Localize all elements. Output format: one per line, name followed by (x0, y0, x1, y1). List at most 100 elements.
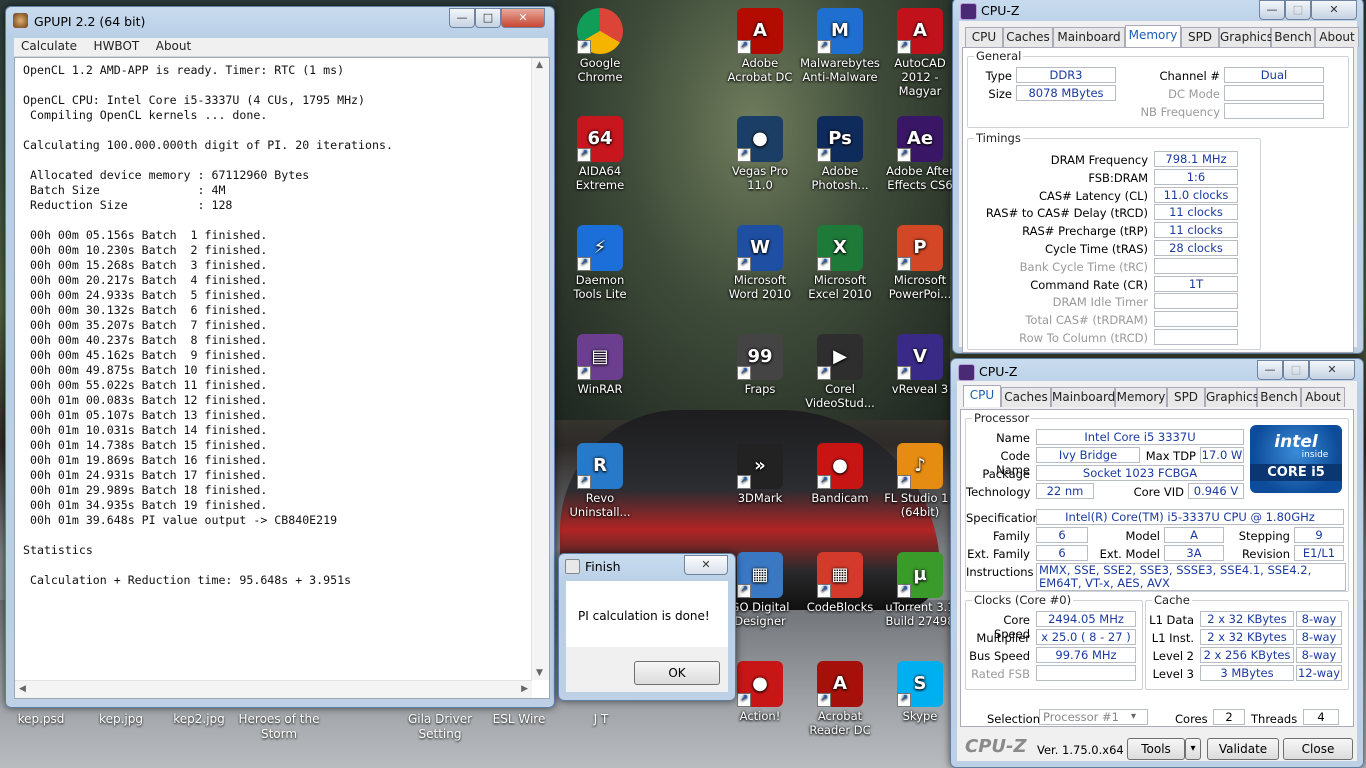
timing-value: 798.1 MHz (1154, 151, 1238, 167)
desktop-icon-5[interactable]: ● ↗ Vegas Pro 11.0 (720, 116, 800, 192)
desktop-icon-2[interactable]: M ↗ Malwarebytes Anti-Malware (800, 8, 880, 84)
scroll-left-icon[interactable]: ◀ (19, 684, 26, 694)
tab-graphics[interactable]: Graphics (1219, 27, 1273, 47)
minimize-button[interactable]: — (1257, 360, 1283, 380)
tab-about[interactable]: About (1315, 27, 1359, 47)
tab-memory[interactable]: Memory (1125, 25, 1181, 47)
maximize-button[interactable]: □ (475, 8, 501, 28)
vertical-scrollbar[interactable]: ▲ ▼ (531, 58, 549, 680)
tab-memory[interactable]: Memory (1115, 387, 1167, 407)
cpuz-cpu-body: CPU Caches Mainboard Memory SPD Graphics… (957, 381, 1357, 761)
tab-caches[interactable]: Caches (1001, 387, 1051, 407)
memory-timings-group: Timings DRAM Frequency 798.1 MHz FSB:DRAM 1… (967, 131, 1261, 350)
desktop-shortcut-gila-driver[interactable]: Gila Driver Setting (402, 712, 478, 742)
cpuz-memory-titlebar[interactable]: CPU-Z — □ ✕ (953, 0, 1363, 21)
cache-label: L1 Data (1149, 613, 1194, 627)
desktop-icon-17[interactable]: » ↗ 3DMark (720, 443, 800, 505)
tab-mainboard[interactable]: Mainboard (1051, 387, 1115, 407)
desktop-icon-6[interactable]: Ps ↗ Adobe Photosh... (800, 116, 880, 192)
desktop-icon-18[interactable]: ● ↗ Bandicam (800, 443, 880, 505)
tab-graphics[interactable]: Graphics (1205, 387, 1259, 407)
desktop-icon-22[interactable]: µ ↗ uTorrent 3.1 Build 27498 (880, 552, 960, 628)
shortcut-arrow-icon: ↗ (897, 366, 911, 380)
cache-way-value: 8-way (1296, 611, 1342, 627)
desktop-icon-9[interactable]: W ↗ Microsoft Word 2010 (720, 225, 800, 301)
minimize-button[interactable]: — (449, 8, 475, 28)
icon-glyph: A (753, 20, 767, 41)
tab-caches[interactable]: Caches (1003, 27, 1053, 47)
desktop-icon-25[interactable]: S ↗ Skype (880, 661, 960, 723)
maximize-button[interactable]: □ (1283, 360, 1309, 380)
logo-intel-text: intel (1274, 432, 1318, 452)
maximize-button[interactable]: □ (1285, 0, 1311, 20)
desktop-icon-label: AIDA64 Extreme (575, 164, 625, 192)
desktop-shortcut-esl-wire[interactable]: ESL Wire (484, 712, 554, 727)
close-button[interactable]: ✕ (1311, 0, 1357, 20)
app-icon: 99 ↗ (737, 334, 783, 380)
memory-type-value: DDR3 (1016, 67, 1116, 83)
desktop-file-kep-psd[interactable]: kep.psd (6, 712, 76, 727)
timing-label: RAS# to CAS# Delay (tRCD) (985, 206, 1148, 221)
tab-cpu[interactable]: CPU (965, 27, 1003, 47)
cache-size-value: 2 x 32 KBytes (1200, 629, 1294, 645)
timing-value: 28 clocks (1154, 240, 1238, 256)
app-icon: ▦ ↗ (817, 552, 863, 598)
gpupi-titlebar[interactable]: GPUPI 2.2 (64 bit) — □ ✕ (6, 7, 554, 35)
scroll-right-icon[interactable]: ▶ (521, 684, 528, 694)
tab-spd[interactable]: SPD (1167, 387, 1205, 407)
desktop-icon-1[interactable]: A ↗ Adobe Acrobat DC (720, 8, 800, 84)
select-chevron-down-icon[interactable]: ▾ (1131, 711, 1136, 722)
desktop-file-kep-jpg[interactable]: kep.jpg (86, 712, 156, 727)
icon-glyph: ▤ (591, 346, 609, 367)
close-button[interactable]: ✕ (1309, 360, 1355, 380)
tab-cpu[interactable]: CPU (963, 385, 1001, 407)
desktop-icon-21[interactable]: ▦ ↗ CodeBlocks (800, 552, 880, 614)
close-button[interactable]: Close (1283, 738, 1353, 760)
scroll-down-icon[interactable]: ▼ (536, 668, 543, 678)
tools-button[interactable]: Tools (1127, 738, 1185, 760)
desktop-file-jt[interactable]: J T (566, 712, 636, 727)
desktop-icon-0[interactable]: ↗ Google Chrome (560, 8, 640, 84)
desktop-icon-3[interactable]: A ↗ AutoCAD 2012 - Magyar (880, 8, 960, 98)
tab-bench[interactable]: Bench (1257, 387, 1301, 407)
app-icon: ⚡ ↗ (577, 225, 623, 271)
desktop-icon-11[interactable]: P ↗ Microsoft PowerPoi... (880, 225, 960, 301)
menu-hwbot[interactable]: HWBOT (87, 38, 146, 53)
scroll-up-icon[interactable]: ▲ (536, 60, 543, 70)
tools-chevron-down-icon[interactable]: ▾ (1185, 738, 1201, 760)
desktop-icon-15[interactable]: V ↗ vReveal 3 (880, 334, 960, 396)
minimize-button[interactable]: — (1259, 0, 1285, 20)
icon-glyph: A (833, 673, 847, 694)
desktop-icon-label: vReveal 3 (891, 382, 949, 396)
desktop-icon-8[interactable]: ⚡ ↗ Daemon Tools Lite (560, 225, 640, 301)
timing-label: DRAM Idle Timer (1052, 295, 1148, 310)
gpupi-console[interactable]: OpenCL 1.2 AMD-APP is ready. Timer: RTC … (14, 57, 550, 699)
desktop-file-kep2-jpg[interactable]: kep2.jpg (164, 712, 234, 727)
desktop-icon-7[interactable]: Ae ↗ Adobe After Effects CS6 (880, 116, 960, 192)
desktop-icon-12[interactable]: ▤ ↗ WinRAR (560, 334, 640, 396)
desktop-shortcut-heroes[interactable]: Heroes of the Storm (238, 712, 320, 742)
finish-titlebar[interactable]: Finish ✕ (559, 554, 735, 578)
menu-calculate[interactable]: Calculate (14, 38, 83, 53)
desktop-icon-19[interactable]: ♪ ↗ FL Studio 11 (64bit) (880, 443, 960, 519)
desktop-icon-24[interactable]: A ↗ Acrobat Reader DC (800, 661, 880, 737)
tab-about[interactable]: About (1301, 387, 1345, 407)
tab-spd[interactable]: SPD (1181, 27, 1219, 47)
desktop-icon-13[interactable]: 99 ↗ Fraps (720, 334, 800, 396)
cpuz-cpu-titlebar[interactable]: CPU-Z — □ ✕ (951, 359, 1363, 381)
desktop-icon-16[interactable]: R ↗ Revo Uninstall... (560, 443, 640, 519)
tab-mainboard[interactable]: Mainboard (1053, 27, 1125, 47)
menu-about[interactable]: About (149, 38, 197, 53)
desktop-icon-10[interactable]: X ↗ Microsoft Excel 2010 (800, 225, 880, 301)
finish-close-button[interactable]: ✕ (684, 555, 728, 575)
close-button[interactable]: ✕ (501, 8, 545, 28)
desktop-icon-14[interactable]: ▶ ↗ Corel VideoStud... (800, 334, 880, 410)
cpuz-cpu-title: CPU-Z (979, 364, 1018, 379)
icon-glyph: M (831, 20, 849, 41)
icon-glyph: R (593, 455, 607, 476)
ok-button[interactable]: OK (634, 661, 720, 685)
tab-bench[interactable]: Bench (1271, 27, 1315, 47)
horizontal-scrollbar[interactable]: ◀ ▶ (15, 680, 532, 698)
validate-button[interactable]: Validate (1207, 738, 1279, 760)
desktop-icon-4[interactable]: 64 ↗ AIDA64 Extreme (560, 116, 640, 192)
